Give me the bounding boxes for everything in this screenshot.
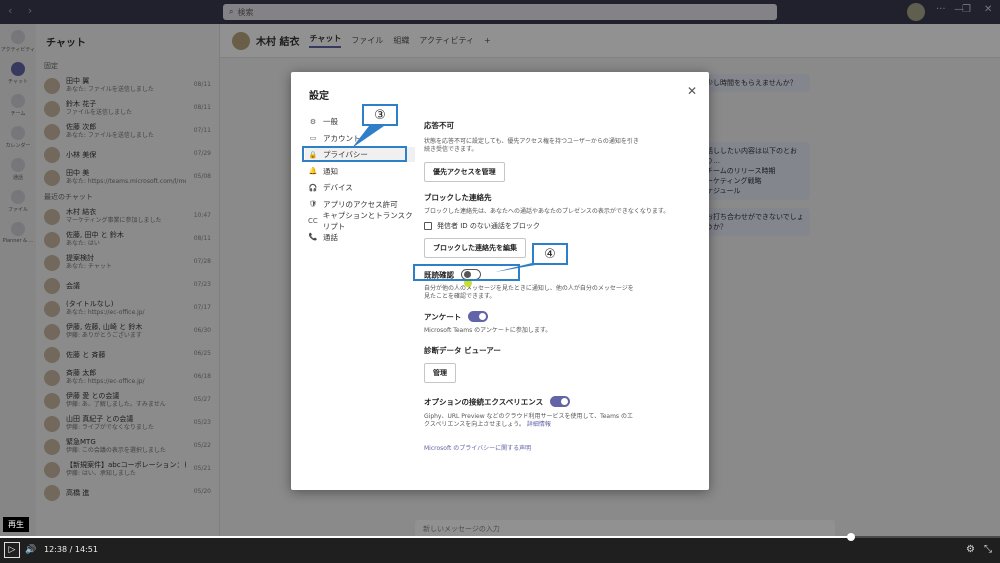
manage-diagnostic-button[interactable]: 管理	[424, 363, 456, 383]
dialog-title: 設定	[309, 91, 329, 102]
nav-icon: 🎧	[308, 183, 318, 192]
nav-icon: 📞	[308, 233, 318, 241]
settings-gear-icon[interactable]: ⚙	[966, 544, 975, 555]
manage-priority-access-button[interactable]: 優先アクセスを管理	[424, 162, 505, 182]
callout-four: ④	[532, 243, 568, 265]
block-no-caller-id-row[interactable]: 発信者 ID のない通話をブロック	[424, 221, 696, 231]
block-no-caller-id-checkbox[interactable]	[424, 222, 432, 230]
edit-blocked-contacts-button[interactable]: ブロックした連絡先を編集	[424, 238, 526, 258]
nav-label: 通知	[323, 166, 338, 176]
optional-experiences-heading: オプションの接続エクスペリエンス	[424, 397, 544, 407]
optional-experiences-row: オプションの接続エクスペリエンス	[424, 396, 696, 408]
highlight-read-receipts	[413, 264, 520, 281]
settings-nav: ⚙ 一般 ▭ アカウント 🔒 プライバシー 🔔 通知 🎧 デバイス 🛡 アプリのアクセス許可 CC キャプ…	[305, 114, 415, 246]
settings-dialog: 設定 ✕ ⚙ 一般 ▭ アカウント 🔒 プライバシー 🔔 通知 🎧 デバイス 🛡 アプリのアクセス許可…	[291, 72, 709, 490]
toggle-knob	[561, 398, 569, 405]
dnd-description: 状態を応答不可に設定しても、優先アクセス権を持つユーザーからの通知を引き続き受信…	[424, 138, 639, 153]
checkbox-label: 発信者 ID のない通話をブロック	[437, 222, 540, 230]
volume-icon[interactable]: 🔊	[25, 545, 36, 555]
time-separator: /	[69, 545, 73, 554]
optional-experiences-toggle[interactable]	[550, 396, 571, 407]
nav-icon: 🔔	[308, 167, 318, 175]
progress-fill	[0, 536, 851, 538]
blocked-description: ブロックした連絡先は、あなたへの通話やあなたのプレゼンスの表示ができなくなります…	[424, 208, 670, 215]
settings-nav-item[interactable]: ▭ アカウント	[305, 131, 415, 146]
optional-experiences-description: Giphy、URL Preview などのクラウド利用サービスを使用して、Tea…	[424, 413, 636, 429]
progress-handle[interactable]	[847, 533, 855, 541]
highlight-privacy	[302, 146, 407, 162]
diagnostic-heading: 診断データ ビューアー	[424, 346, 501, 355]
settings-nav-item[interactable]: 🔔 通知	[305, 164, 415, 179]
nav-label: 通話	[323, 232, 338, 242]
settings-nav-item[interactable]: CC キャプションとトランスクリプト	[305, 211, 415, 231]
nav-icon: CC	[308, 216, 318, 225]
nav-label: アカウント	[323, 133, 361, 143]
callout-three: ③	[362, 104, 398, 126]
fullscreen-icon[interactable]: ⤡	[984, 544, 992, 555]
learn-more-link[interactable]: 詳細情報	[527, 421, 551, 428]
total-time: 14:51	[74, 545, 98, 554]
blocked-heading: ブロックした連絡先	[424, 193, 492, 202]
survey-toggle[interactable]	[468, 310, 489, 322]
nav-icon: 🛡	[308, 200, 318, 208]
nav-icon: ▭	[309, 134, 317, 142]
survey-heading: アンケート	[424, 312, 462, 321]
app-window: ‹ › ⌕ 検索 ··· — ❐ ✕ アクティビティ チャット チーム カレンダー 通話…	[0, 0, 1000, 563]
settings-nav-item[interactable]: ⚙ 一般	[305, 114, 415, 129]
time-display: 12:38 / 14:51	[44, 545, 98, 554]
settings-nav-item[interactable]: 📞 通話	[305, 230, 415, 245]
read-receipts-description: 自分が他の人のメッセージを見たときに通知し、他の人が自分のメッセージを見たことを…	[424, 284, 634, 300]
survey-description: Microsoft Teams のアンケートに参加します。	[424, 327, 552, 334]
nav-label: アプリのアクセス許可	[323, 199, 398, 209]
nav-label: 一般	[323, 117, 338, 126]
nav-icon: ⚙	[309, 117, 317, 126]
toggle-knob	[479, 312, 487, 320]
privacy-statement-link[interactable]: Microsoft のプライバシーに関する声明	[424, 443, 696, 452]
play-button[interactable]: ▷	[4, 542, 20, 558]
current-time: 12:38	[44, 545, 68, 554]
survey-row: アンケート	[424, 310, 696, 323]
close-icon[interactable]: ✕	[687, 84, 697, 98]
nav-label: デバイス	[323, 183, 353, 192]
nav-label: キャプションとトランスクリプト	[322, 210, 413, 231]
settings-nav-item[interactable]: 🎧 デバイス	[305, 180, 415, 195]
dnd-heading: 応答不可	[424, 121, 454, 130]
play-tooltip: 再生	[3, 517, 29, 532]
